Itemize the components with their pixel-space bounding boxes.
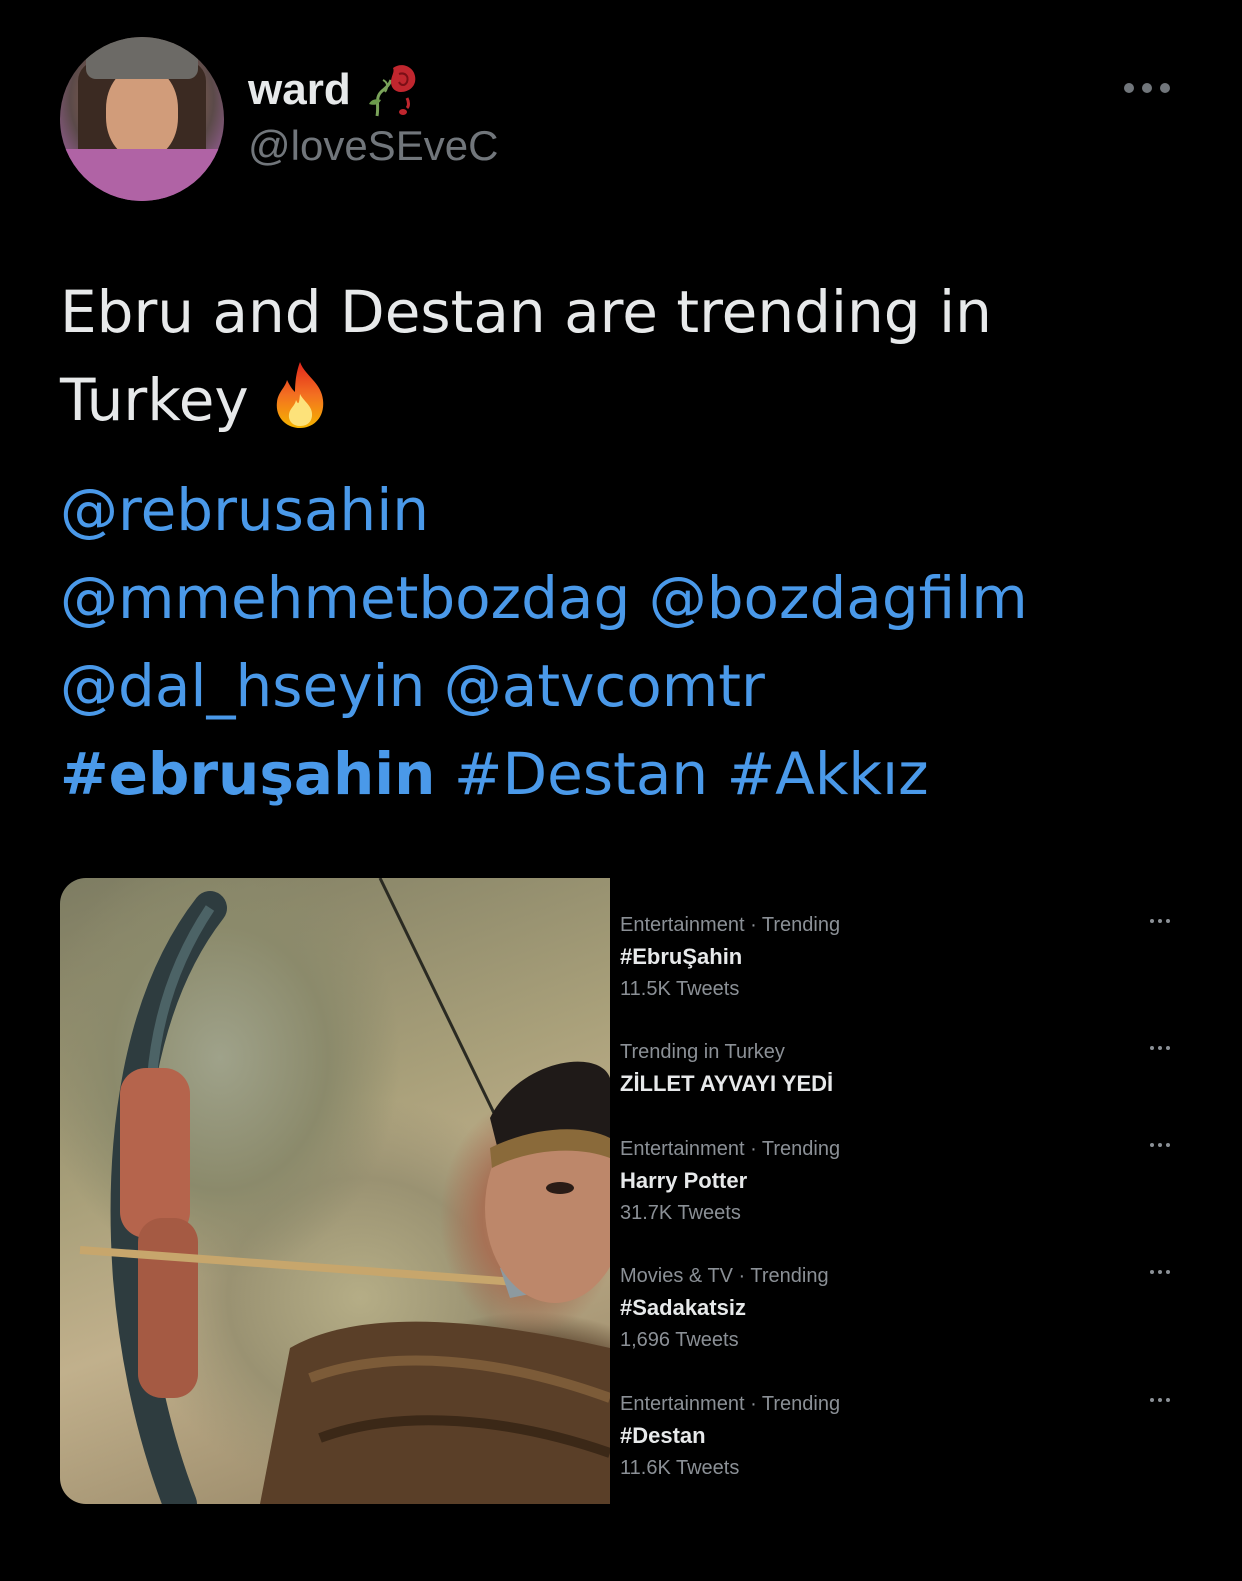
more-options-icon[interactable] xyxy=(1120,74,1174,102)
trend-meta: Trending in Turkey xyxy=(620,1041,785,1063)
archer-illustration xyxy=(79,878,625,1504)
tweet-entities: @rebrusahin @mmehmetbozdag @bozdagfilm @… xyxy=(60,466,1200,818)
wilted-rose-icon xyxy=(368,65,416,117)
trend-title: ZİLLET AYVAYI YEDİ xyxy=(620,1071,834,1096)
trend-title: #EbruŞahin xyxy=(620,944,743,969)
trends-panel: Entertainment · Trending #EbruŞahin 11.5… xyxy=(610,878,1182,1504)
trend-meta: Entertainment · Trending xyxy=(620,1138,841,1160)
trend-more-icon[interactable] xyxy=(1148,914,1172,928)
display-name[interactable]: ward xyxy=(248,65,351,115)
hashtag-link[interactable]: #Destan xyxy=(454,740,708,808)
hashtag-link[interactable]: #Akkız xyxy=(727,740,929,808)
mention-link[interactable]: @mmehmetbozdag xyxy=(60,564,630,632)
media-photo[interactable] xyxy=(60,878,625,1504)
trend-item[interactable]: Movies & TV · Trending #Sadakatsiz 1,696… xyxy=(620,1261,1172,1355)
trend-item[interactable]: Entertainment · Trending #EbruŞahin 11.5… xyxy=(620,910,1172,1004)
trend-title: #Sadakatsiz xyxy=(620,1295,746,1320)
trend-more-icon[interactable] xyxy=(1148,1041,1172,1055)
mention-link[interactable]: @bozdagfilm xyxy=(649,564,1028,632)
avatar[interactable] xyxy=(60,37,224,201)
tweet-media[interactable]: Entertainment · Trending #EbruŞahin 11.5… xyxy=(60,878,1182,1504)
mention-link[interactable]: @atvcomtr xyxy=(444,652,765,720)
mention-link[interactable]: @rebrusahin xyxy=(60,476,429,544)
trend-meta: Entertainment · Trending xyxy=(620,1393,841,1415)
trend-count: 1,696 Tweets xyxy=(620,1329,739,1351)
author-handle[interactable]: @loveSEveC xyxy=(248,122,498,170)
tweet-text-line2: Turkey xyxy=(60,366,249,434)
trend-item[interactable]: Trending in Turkey ZİLLET AYVAYI YEDİ xyxy=(620,1037,1172,1101)
fire-icon xyxy=(276,362,323,428)
mention-link[interactable]: @dal_hseyin xyxy=(60,652,425,720)
trend-meta: Movies & TV · Trending xyxy=(620,1265,829,1287)
trend-item[interactable]: Entertainment · Trending #Destan 11.6K T… xyxy=(620,1389,1172,1483)
trend-title: Harry Potter xyxy=(620,1168,748,1193)
tweet-text-line1: Ebru and Destan are trending in xyxy=(60,278,992,346)
trend-more-icon[interactable] xyxy=(1148,1265,1172,1279)
trend-meta: Entertainment · Trending xyxy=(620,914,841,936)
trend-count: 11.6K Tweets xyxy=(620,1457,740,1479)
trend-more-icon[interactable] xyxy=(1148,1138,1172,1152)
trend-title: #Destan xyxy=(620,1423,706,1448)
trend-more-icon[interactable] xyxy=(1148,1393,1172,1407)
trend-item[interactable]: Entertainment · Trending Harry Potter 31… xyxy=(620,1134,1172,1228)
hashtag-link[interactable]: #ebruşahin xyxy=(60,740,435,808)
author-name-row[interactable]: ward xyxy=(248,62,423,118)
trend-count: 11.5K Tweets xyxy=(620,978,740,1000)
tweet-text: Ebru and Destan are trending in Turkey xyxy=(60,268,1180,444)
trend-count: 31.7K Tweets xyxy=(620,1202,741,1224)
